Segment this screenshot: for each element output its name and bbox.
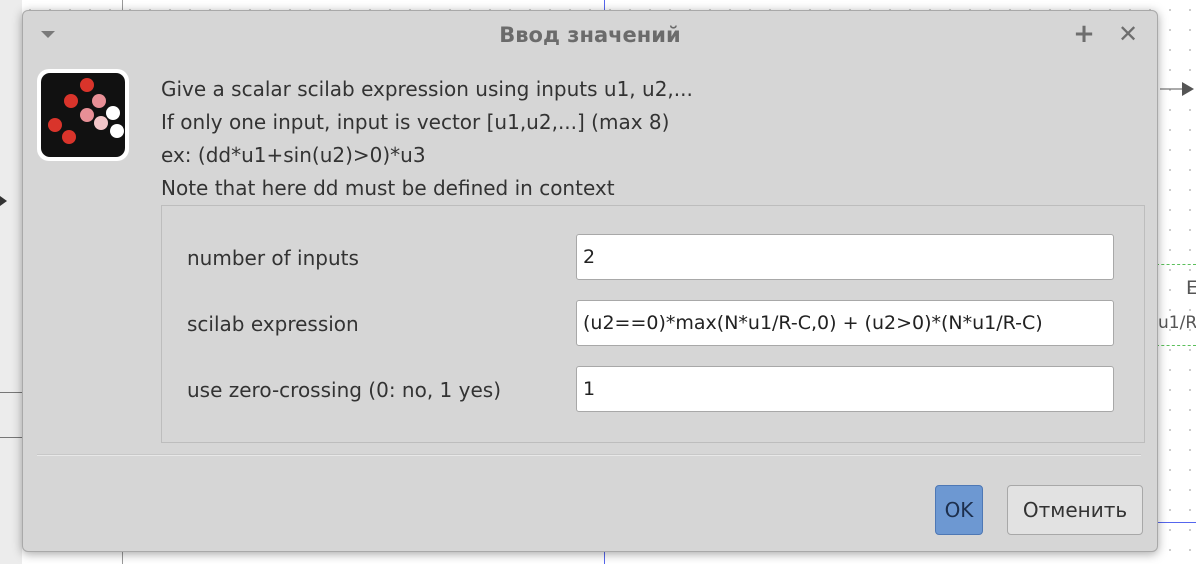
dialog-separator	[37, 454, 1141, 456]
dialog-message: Give a scalar scilab expression using in…	[161, 73, 1061, 205]
canvas-block-label: u1/R	[1158, 313, 1196, 333]
zero-crossing-field[interactable]: 1	[576, 366, 1114, 412]
scilab-dots-icon	[37, 69, 129, 161]
form-row-zero-crossing: use zero-crossing (0: no, 1 yes) 1	[162, 366, 1144, 416]
number-of-inputs-label: number of inputs	[187, 246, 359, 270]
canvas-left-panel	[0, 0, 22, 564]
dialog-titlebar[interactable]: Ввод значений + ✕	[23, 11, 1157, 59]
message-line: Give a scalar scilab expression using in…	[161, 77, 693, 101]
canvas-port-arrow-icon	[1160, 82, 1194, 96]
canvas-expression-block[interactable]: E u1/R	[1156, 264, 1196, 346]
dialog-title: Ввод значений	[499, 23, 681, 47]
canvas-port-arrow-icon	[0, 196, 7, 206]
ok-button[interactable]: OK	[935, 485, 983, 535]
number-of-inputs-field[interactable]: 2	[576, 234, 1114, 280]
canvas-block-label: E	[1186, 277, 1196, 299]
plus-icon: +	[1073, 19, 1095, 49]
message-line: If only one input, input is vector [u1,u…	[161, 110, 670, 134]
cancel-button[interactable]: Отменить	[1007, 485, 1143, 535]
input-values-dialog: Ввод значений + ✕ Give a scalar scilab e…	[22, 10, 1158, 552]
scilab-expression-label: scilab expression	[187, 312, 359, 336]
scilab-expression-field[interactable]: (u2==0)*max(N*u1/R-C,0) + (u2>0)*(N*u1/R…	[576, 300, 1114, 346]
message-line: Note that here dd must be defined in con…	[161, 176, 615, 200]
message-line: ex: (dd*u1+sin(u2)>0)*u3	[161, 143, 426, 167]
close-button[interactable]: ✕	[1113, 19, 1143, 49]
maximize-button[interactable]: +	[1069, 19, 1099, 49]
form-row-scilab-expression: scilab expression (u2==0)*max(N*u1/R-C,0…	[162, 300, 1144, 350]
form-row-number-of-inputs: number of inputs 2	[162, 234, 1144, 284]
close-icon: ✕	[1117, 20, 1139, 48]
zero-crossing-label: use zero-crossing (0: no, 1 yes)	[187, 378, 502, 402]
canvas-block-edge	[0, 392, 22, 438]
parameters-form: number of inputs 2 scilab expression (u2…	[161, 205, 1145, 443]
